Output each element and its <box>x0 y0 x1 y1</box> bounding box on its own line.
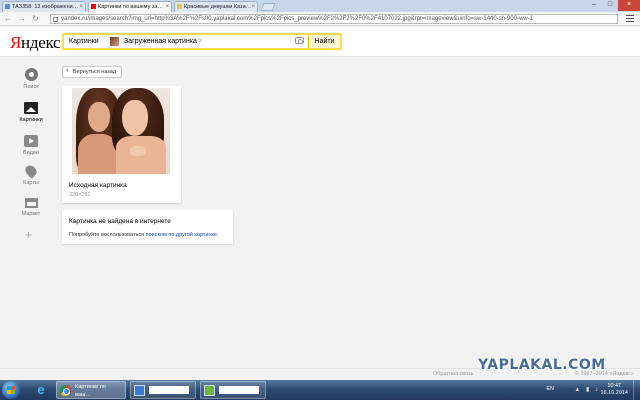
search-query: Загруженная картинка <box>124 38 197 45</box>
more-services-icon[interactable]: + <box>25 228 32 242</box>
tab-title: ТАЗ358: 13 изображени… <box>12 4 79 10</box>
browser-tab-active[interactable]: Картинки по вашему за… × <box>88 1 172 12</box>
back-arrow-icon[interactable]: ← <box>4 14 12 24</box>
sidebar-item-search[interactable]: Поиск <box>14 68 48 90</box>
original-image-title: Исходная картинка <box>69 182 127 189</box>
feedback-link[interactable]: Обратная связь <box>433 371 474 377</box>
maximize-icon[interactable]: □ <box>602 0 618 11</box>
original-image-size: 320×282 <box>69 192 91 198</box>
minimize-icon[interactable]: – <box>586 0 602 11</box>
new-tab-button[interactable] <box>260 3 276 11</box>
search-service-label: Картинки <box>69 38 99 45</box>
address-bar[interactable]: yandex.ru/images/search?img_url=http%3A%… <box>50 14 618 24</box>
not-found-title: Картинка не найдена в интернете <box>69 218 171 225</box>
market-icon <box>24 198 38 208</box>
show-desktop-button[interactable] <box>633 380 640 400</box>
close-tab-icon[interactable]: × <box>79 2 83 12</box>
images-icon <box>24 102 38 114</box>
close-tab-icon[interactable]: × <box>251 2 255 12</box>
original-image-card[interactable]: Исходная картинка 320×282 <box>62 86 181 203</box>
search-bar: Картинки Загруженная картинка × Найти <box>62 33 342 50</box>
forward-arrow-icon[interactable]: → <box>18 14 26 24</box>
clear-icon[interactable]: × <box>198 36 203 45</box>
uploaded-image-thumbnail <box>110 37 119 46</box>
sidebar-item-images[interactable]: Картинки <box>14 102 48 123</box>
not-found-box: Картинка не найдена в интернете Попробуй… <box>62 210 233 244</box>
sidebar-item-market[interactable]: Маркет <box>14 198 48 217</box>
sidebar-item-video[interactable]: Видео <box>14 135 48 156</box>
tab-favicon-icon <box>91 4 96 9</box>
taskbar-chrome-button[interactable]: Картинки по ваш… <box>56 381 126 399</box>
tab-favicon-icon <box>177 4 182 9</box>
not-found-text: Попробуйте воспользоваться поиском по др… <box>69 232 219 238</box>
sidebar-item-label: Маркет <box>21 211 41 217</box>
reload-icon[interactable]: ↻ <box>32 14 39 24</box>
taskbar-task-label: Картинки по ваш… <box>75 384 106 398</box>
sidebar-item-label: Видео <box>22 150 40 156</box>
page-icon <box>53 17 58 22</box>
browser-tab[interactable]: ТАЗ358: 13 изображени… × <box>2 1 86 12</box>
app-icon <box>204 385 215 396</box>
search-input[interactable]: Картинки Загруженная картинка × <box>64 35 308 48</box>
original-image[interactable] <box>72 88 170 174</box>
search-button[interactable]: Найти <box>308 35 340 48</box>
search-icon <box>24 68 38 81</box>
app-icon <box>134 385 145 396</box>
clock[interactable]: 10:47 16.10.2014 <box>600 383 628 397</box>
window-controls: – □ × <box>586 0 640 11</box>
taskbar-app-button[interactable] <box>200 381 266 399</box>
sidebar-item-label: Поиск <box>23 84 39 90</box>
tray-icons[interactable]: ▲ ▮ ♪ <box>574 386 600 393</box>
url-text: yandex.ru/images/search?img_url=http%3A%… <box>61 16 534 22</box>
yandex-header: Яндекс Картинки Загруженная картинка × Н… <box>0 27 640 57</box>
camera-icon[interactable] <box>295 37 304 44</box>
tab-title: Красивые девушки Каза… <box>184 4 252 10</box>
tab-favicon-icon <box>5 4 10 9</box>
sidebar-item-label: Карты <box>23 180 39 186</box>
close-window-icon[interactable]: × <box>618 0 640 11</box>
language-indicator[interactable]: EN <box>546 386 554 392</box>
tab-strip: ТАЗ358: 13 изображени… × Картинки по ваш… <box>0 0 640 12</box>
back-button[interactable]: Вернуться назад <box>62 66 123 78</box>
windows-taskbar: e Картинки по ваш… EN ▲ ▮ ♪ 10:47 16.10.… <box>0 380 640 400</box>
tab-title: Картинки по вашему за… <box>98 4 163 10</box>
start-button[interactable] <box>2 381 20 399</box>
watermark: YAPLAKAL.COM <box>478 357 606 373</box>
browser-tab[interactable]: Красивые девушки Каза… × <box>174 1 258 12</box>
chrome-icon <box>60 385 71 396</box>
yandex-logo[interactable]: Яндекс <box>10 33 61 53</box>
menu-icon[interactable] <box>626 15 634 23</box>
search-other-image-link[interactable]: поиском по другой картинке <box>146 232 217 238</box>
sidebar-item-maps[interactable]: Карты <box>14 163 48 186</box>
video-icon <box>24 135 38 147</box>
taskbar-app-button[interactable] <box>130 381 196 399</box>
browser-toolbar: ← → ↻ yandex.ru/images/search?img_url=ht… <box>0 12 640 26</box>
sidebar-item-label: Картинки <box>19 117 43 123</box>
internet-explorer-icon[interactable]: e <box>30 382 52 398</box>
close-tab-icon[interactable]: × <box>165 2 169 12</box>
maps-icon <box>23 163 39 179</box>
services-sidebar: Поиск Картинки Видео Карты Маркет + <box>0 58 62 368</box>
